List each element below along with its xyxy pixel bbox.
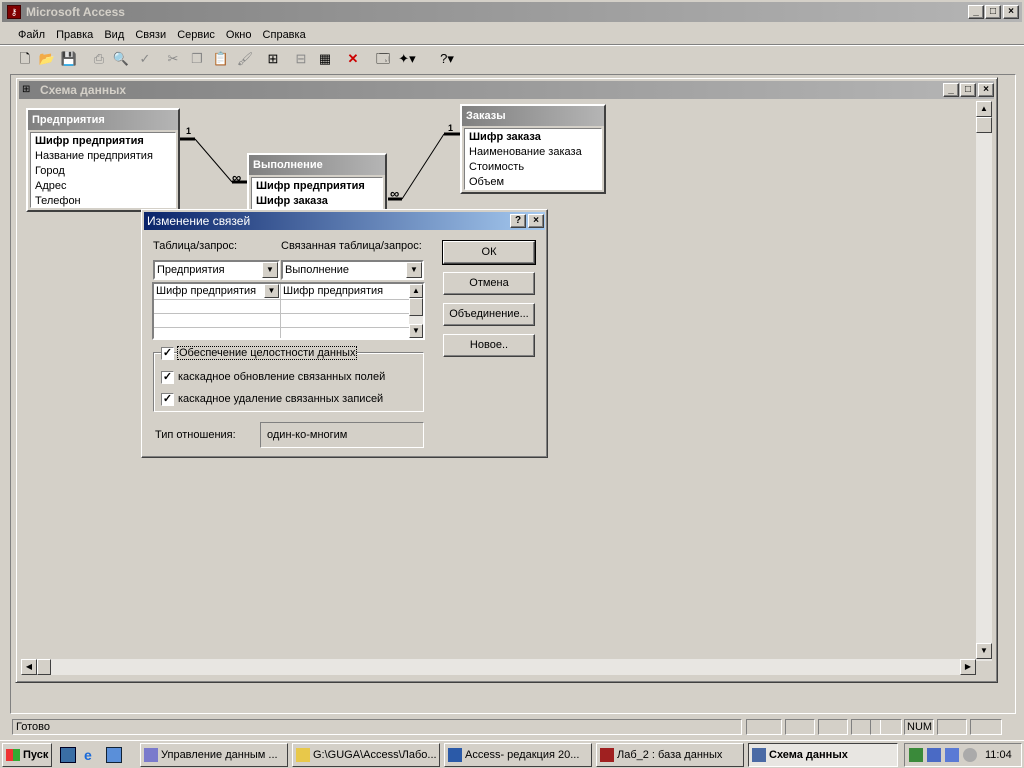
join-type-button[interactable]: Объединение...: [443, 303, 535, 326]
field-row[interactable]: Телефон: [35, 194, 171, 209]
field-row[interactable]: Название предприятия: [35, 149, 171, 164]
ie-icon[interactable]: e: [84, 747, 100, 763]
dialog-close-button[interactable]: ×: [528, 214, 544, 228]
chevron-down-icon[interactable]: ▼: [264, 284, 279, 298]
field-left-cell[interactable]: Шифр предприятия: [156, 285, 256, 297]
scroll-thumb[interactable]: [409, 298, 423, 316]
status-text-panel: Готово: [12, 719, 742, 735]
status-panel: [970, 719, 1002, 735]
table-query-label: Таблица/запрос:: [153, 240, 238, 252]
field-row[interactable]: Объем: [469, 175, 597, 190]
grid-line: [154, 313, 409, 314]
rel-line-2b: [401, 133, 445, 200]
field-row[interactable]: Шифр заказа: [469, 130, 597, 145]
dialog-title: Изменение связей: [147, 214, 251, 228]
grid-divider: [280, 284, 281, 338]
system-tray: 11:04: [904, 743, 1022, 767]
table-enterprises[interactable]: Предприятия Шифр предприятия Название пр…: [26, 108, 180, 212]
chevron-down-icon[interactable]: ▼: [406, 262, 422, 278]
table-select[interactable]: Предприятия ▼: [153, 260, 280, 280]
field-row[interactable]: Стоимость: [469, 160, 597, 175]
grid-line: [154, 299, 409, 300]
windows-logo-icon: [6, 749, 20, 761]
rel-type-value: один-ко-многим: [267, 429, 348, 441]
rel-type-label: Тип отношения:: [155, 429, 236, 441]
folder-icon: [296, 748, 310, 762]
rel2-many-label: ∞: [390, 186, 400, 201]
outlook-icon[interactable]: [106, 747, 122, 763]
num-indicator: NUM: [904, 719, 934, 735]
relationships-icon: [752, 748, 766, 762]
status-panel: [818, 719, 848, 735]
status-panel: [746, 719, 782, 735]
fields-grid[interactable]: Шифр предприятия ▼ Шифр предприятия ▲ ▼: [152, 282, 425, 340]
scroll-left-button[interactable]: ◀: [21, 659, 37, 675]
rel1-one-label: 1: [186, 126, 192, 136]
horizontal-scrollbar[interactable]: ◀ ▶: [21, 659, 976, 675]
grid-scrollbar[interactable]: ▲ ▼: [409, 284, 423, 338]
rel1-many-label: ∞: [232, 170, 242, 185]
field-row[interactable]: Шифр предприятия: [256, 179, 378, 194]
table-title[interactable]: Предприятия: [28, 110, 178, 130]
taskbar-item[interactable]: Access- редакция 20...: [444, 743, 592, 767]
scroll-right-button[interactable]: ▶: [960, 659, 976, 675]
create-new-button[interactable]: Новое..: [443, 334, 535, 357]
vertical-scrollbar[interactable]: ▲ ▼: [976, 101, 992, 661]
status-bar: Готово NUM: [10, 718, 1016, 736]
cascade-delete-label[interactable]: каскадное удаление связанных записей: [178, 393, 383, 405]
table-orders[interactable]: Заказы Шифр заказа Наименование заказа С…: [460, 104, 606, 194]
scroll-up-button[interactable]: ▲: [976, 101, 992, 117]
field-row[interactable]: Шифр предприятия: [35, 134, 171, 149]
rel-line-1b: [194, 138, 233, 183]
taskbar-item[interactable]: Управление данным ...: [140, 743, 288, 767]
status-panel: [937, 719, 967, 735]
tray-icon[interactable]: [945, 748, 959, 762]
status-panel: [785, 719, 815, 735]
table-title[interactable]: Выполнение: [249, 155, 385, 175]
tray-icon[interactable]: [927, 748, 941, 762]
cascade-update-label[interactable]: каскадное обновление связанных полей: [178, 371, 385, 383]
app-icon: [144, 748, 158, 762]
ok-button[interactable]: ОК: [442, 240, 536, 265]
related-table-select[interactable]: Выполнение ▼: [281, 260, 424, 280]
table-execution[interactable]: Выполнение Шифр предприятия Шифр заказа: [247, 153, 387, 215]
hscroll-thumb[interactable]: [37, 659, 51, 675]
scroll-thumb[interactable]: [976, 117, 992, 133]
rel2-one-label: 1: [448, 123, 454, 133]
cascade-delete-checkbox[interactable]: ✓: [161, 393, 174, 406]
chevron-down-icon[interactable]: ▼: [262, 262, 278, 278]
field-row[interactable]: Адрес: [35, 179, 171, 194]
show-desktop-icon[interactable]: [60, 747, 76, 763]
rel-type-field: один-ко-многим: [260, 422, 424, 448]
scroll-up-button[interactable]: ▲: [409, 284, 423, 298]
cascade-update-checkbox[interactable]: ✓: [161, 371, 174, 384]
word-icon: [448, 748, 462, 762]
scroll-down-button[interactable]: ▼: [976, 643, 992, 659]
status-text: Готово: [16, 721, 50, 733]
scroll-down-button[interactable]: ▼: [409, 324, 423, 338]
access-icon: [600, 748, 614, 762]
cancel-button[interactable]: Отмена: [443, 272, 535, 295]
clock[interactable]: 11:04: [985, 749, 1012, 761]
taskbar-item-active[interactable]: Схема данных: [748, 743, 898, 767]
field-right-cell[interactable]: Шифр предприятия: [283, 285, 383, 297]
related-table-label: Связанная таблица/запрос:: [281, 240, 422, 252]
integrity-label[interactable]: Обеспечение целостности данных: [176, 346, 358, 360]
field-row[interactable]: Город: [35, 164, 171, 179]
dialog-titlebar: Изменение связей ? ×: [144, 212, 545, 230]
start-button[interactable]: Пуск: [2, 743, 52, 767]
tray-icon[interactable]: [963, 748, 977, 762]
field-row[interactable]: Шифр заказа: [256, 194, 378, 209]
grid-line: [154, 327, 409, 328]
taskbar-item[interactable]: G:\GUGA\Access\Лабо...: [292, 743, 440, 767]
integrity-checkbox[interactable]: ✓: [161, 347, 174, 360]
tray-icon[interactable]: [909, 748, 923, 762]
table-select-value: Предприятия: [157, 264, 225, 276]
dialog-help-button[interactable]: ?: [510, 214, 526, 228]
taskbar-item[interactable]: Лаб_2 : база данных: [596, 743, 744, 767]
field-row[interactable]: Наименование заказа: [469, 145, 597, 160]
related-select-value: Выполнение: [285, 264, 350, 276]
status-panel: [870, 719, 902, 735]
table-title[interactable]: Заказы: [462, 106, 604, 126]
